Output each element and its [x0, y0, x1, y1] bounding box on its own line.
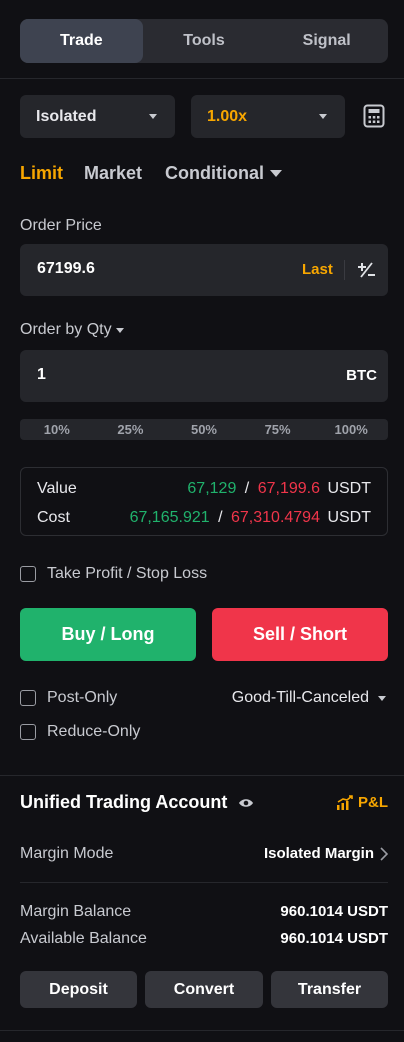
cost-separator: /	[218, 509, 223, 526]
post-only-toggle[interactable]: Post-Only	[20, 689, 117, 707]
cost-amounts: 67,165.921 / 67,310.4794 USDT	[130, 509, 371, 527]
reduce-only-label: Reduce-Only	[47, 723, 141, 740]
last-price-button[interactable]: Last	[302, 261, 333, 278]
order-price-field[interactable]: 67199.6 Last	[20, 244, 388, 296]
tpsl-toggle[interactable]: Take Profit / Stop Loss	[20, 565, 207, 583]
tpsl-label: Take Profit / Stop Loss	[47, 565, 208, 582]
post-only-checkbox[interactable]	[20, 690, 36, 706]
margin-mode-label: Margin Mode	[20, 845, 114, 862]
qty-unit: BTC	[346, 367, 377, 384]
reduce-only-checkbox[interactable]	[20, 724, 36, 740]
value-row: Value 67,129 / 67,199.6 USDT	[37, 480, 371, 498]
section-divider	[0, 775, 404, 776]
tab-trade[interactable]: Trade	[20, 19, 143, 63]
available-balance-value: 960.1014 USDT	[280, 930, 388, 947]
tab-tools[interactable]: Tools	[143, 19, 266, 63]
trade-tabs: Trade Tools Signal	[20, 19, 388, 63]
value-label: Value	[37, 480, 77, 497]
value-amounts: 67,129 / 67,199.6 USDT	[187, 480, 371, 498]
value-currency: USDT	[327, 480, 371, 497]
eye-icon[interactable]	[238, 797, 254, 809]
time-in-force-value: Good-Till-Canceled	[231, 689, 369, 706]
chevron-down-icon	[319, 114, 327, 119]
percent-50[interactable]: 50%	[167, 422, 241, 437]
account-title: Unified Trading Account	[20, 792, 228, 812]
value-buy: 67,129	[187, 480, 237, 497]
post-only-label: Post-Only	[47, 689, 118, 706]
margin-mode-select[interactable]: Isolated Margin	[264, 845, 388, 862]
chart-bar-icon	[337, 794, 353, 810]
cost-row: Cost 67,165.921 / 67,310.4794 USDT	[37, 509, 371, 527]
tab-signal[interactable]: Signal	[265, 19, 388, 63]
margin-type-value: Isolated	[36, 107, 97, 125]
pnl-label: P&L	[358, 794, 388, 811]
bottom-divider	[0, 1030, 404, 1031]
percent-selector: 10% 25% 50% 75% 100%	[20, 419, 388, 440]
margin-type-select[interactable]: Isolated	[20, 95, 175, 138]
chevron-down-icon	[378, 695, 386, 701]
value-sell: 67,199.6	[257, 480, 320, 497]
deposit-button[interactable]: Deposit	[20, 971, 137, 1008]
order-type-conditional[interactable]: Conditional	[165, 163, 282, 184]
conditional-label: Conditional	[165, 163, 264, 183]
margin-mode-value: Isolated Margin	[263, 845, 374, 862]
transfer-button[interactable]: Transfer	[271, 971, 388, 1008]
calculator-icon[interactable]	[363, 104, 385, 128]
cost-currency: USDT	[327, 509, 371, 526]
account-divider	[20, 882, 388, 883]
qty-field[interactable]: 1 BTC	[20, 350, 388, 402]
field-divider	[344, 260, 345, 280]
plus-minus-icon[interactable]	[356, 260, 376, 280]
order-price-label: Order Price	[20, 217, 102, 234]
percent-10[interactable]: 10%	[20, 422, 94, 437]
cost-buy: 67,165.921	[129, 509, 210, 526]
caret-down-icon	[115, 327, 124, 333]
available-balance-label: Available Balance	[20, 930, 147, 947]
order-by-qty-label: Order by Qty	[20, 321, 112, 338]
order-type-market[interactable]: Market	[84, 163, 142, 184]
percent-100[interactable]: 100%	[314, 422, 388, 437]
convert-button[interactable]: Convert	[145, 971, 263, 1008]
reduce-only-toggle[interactable]: Reduce-Only	[20, 723, 140, 741]
leverage-select[interactable]: 1.00x	[191, 95, 345, 138]
margin-balance-label: Margin Balance	[20, 903, 132, 920]
header-divider	[0, 78, 404, 79]
cost-sell: 67,310.4794	[231, 509, 320, 526]
value-separator: /	[244, 480, 250, 497]
percent-25[interactable]: 25%	[94, 422, 168, 437]
order-by-qty-select[interactable]: Order by Qty	[20, 321, 124, 339]
margin-balance-value: 960.1014 USDT	[280, 903, 388, 920]
chevron-down-icon	[149, 114, 157, 119]
order-type-limit[interactable]: Limit	[20, 163, 63, 184]
chevron-right-icon	[380, 846, 388, 861]
qty-value: 1	[37, 366, 46, 383]
pnl-button[interactable]: P&L	[336, 794, 388, 811]
time-in-force-select[interactable]: Good-Till-Canceled	[232, 689, 386, 707]
account-header: Unified Trading Account	[20, 792, 254, 813]
sell-short-button[interactable]: Sell / Short	[212, 608, 388, 661]
order-summary: Value 67,129 / 67,199.6 USDT Cost 67,165…	[20, 467, 388, 536]
buy-long-button[interactable]: Buy / Long	[20, 608, 196, 661]
cost-label: Cost	[37, 509, 70, 526]
tpsl-checkbox[interactable]	[20, 566, 36, 582]
percent-75[interactable]: 75%	[241, 422, 315, 437]
order-price-value: 67199.6	[37, 260, 95, 277]
leverage-value: 1.00x	[207, 107, 248, 125]
caret-down-icon	[269, 170, 282, 177]
